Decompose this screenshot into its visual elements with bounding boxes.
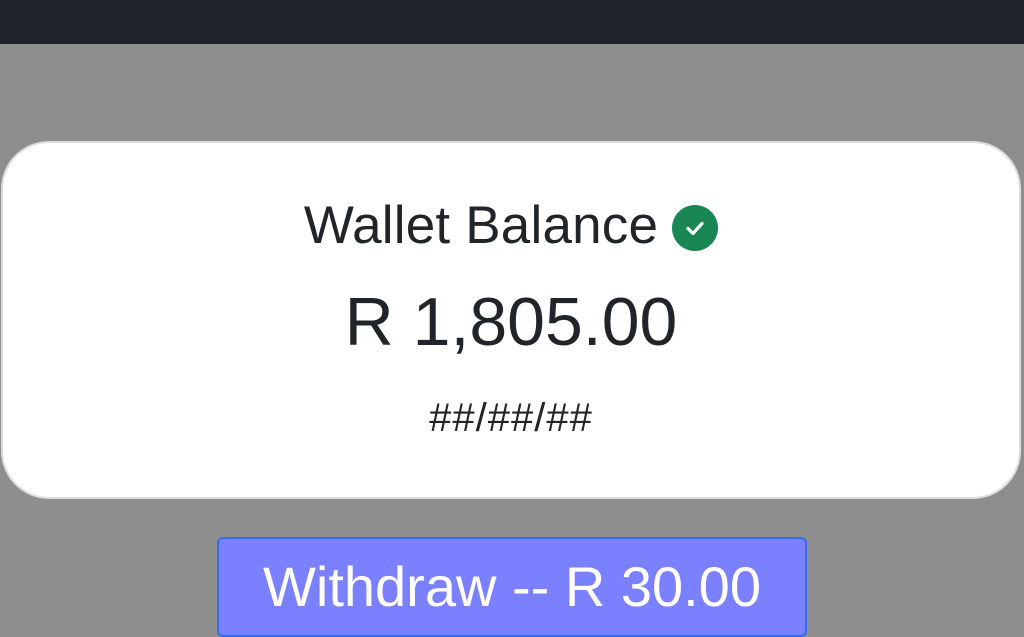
wallet-balance-amount: R 1,805.00 <box>344 284 678 360</box>
wallet-balance-title: Wallet Balance <box>303 196 659 255</box>
wallet-balance-card: Wallet Balance R 1,805.00 ##/##/## <box>1 141 1021 499</box>
top-bar <box>0 0 1024 44</box>
wallet-title-row: Wallet Balance <box>3 194 1019 258</box>
withdraw-button[interactable]: Withdraw -- R 30.00 <box>217 537 807 637</box>
verified-check-icon <box>672 205 719 251</box>
wallet-date: ##/##/## <box>429 396 593 440</box>
